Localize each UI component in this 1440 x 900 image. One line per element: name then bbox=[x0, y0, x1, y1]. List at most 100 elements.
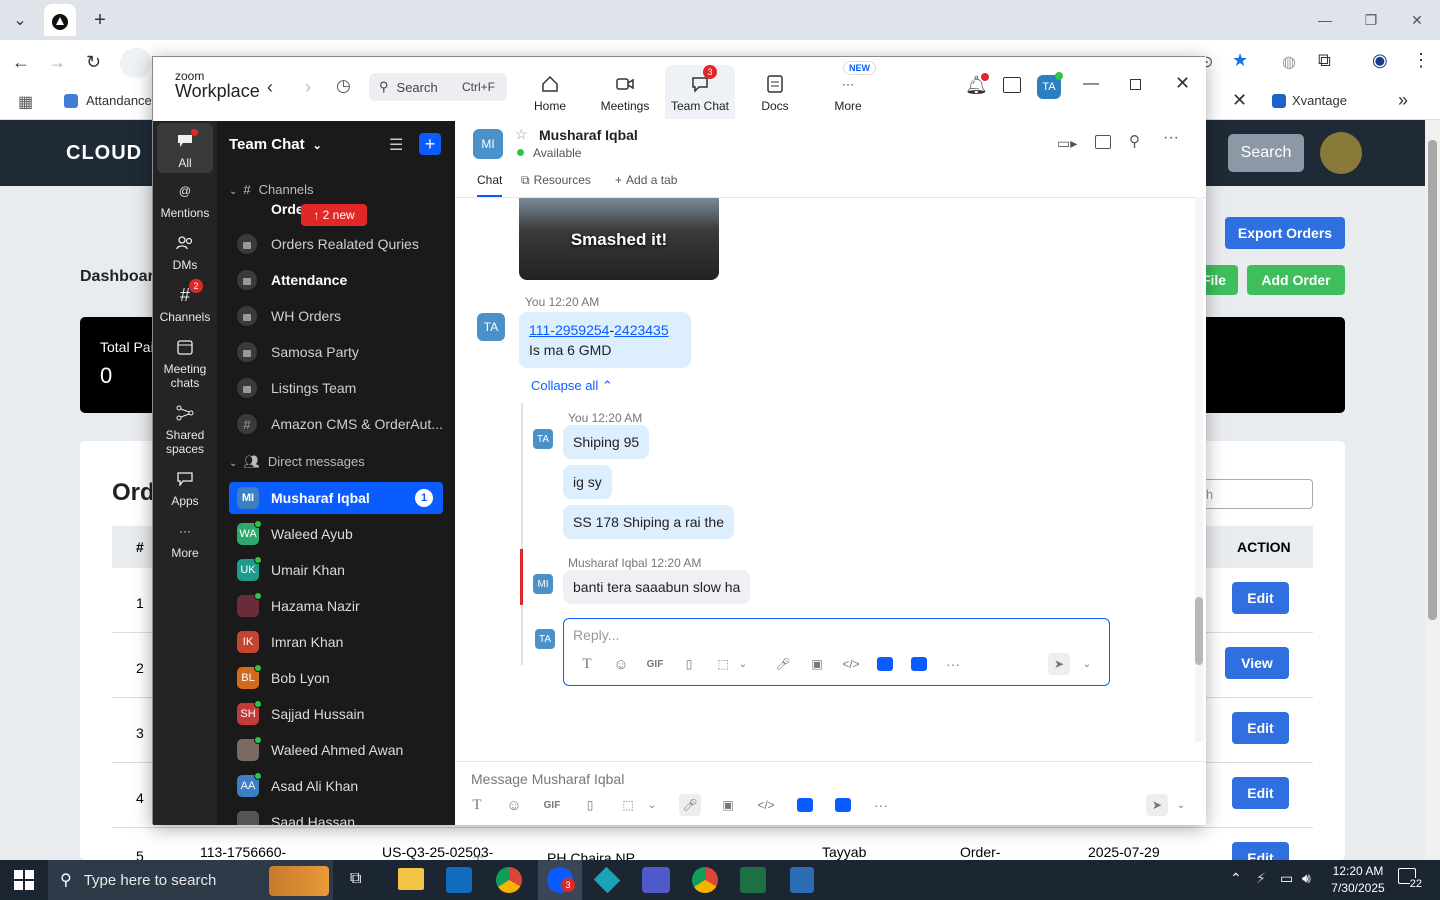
nav-meetings[interactable]: Meetings bbox=[593, 65, 657, 119]
app-icon-2[interactable] bbox=[908, 653, 930, 675]
dm-item[interactable]: Hazama Nazir bbox=[229, 590, 443, 622]
active-tab[interactable] bbox=[44, 4, 76, 36]
composer-code-icon[interactable]: </> bbox=[755, 794, 777, 816]
emoji-icon[interactable]: ☺ bbox=[610, 653, 632, 675]
star-icon[interactable]: ☆ bbox=[515, 126, 528, 143]
sender-avatar[interactable]: TA bbox=[477, 313, 505, 341]
forward-icon[interactable]: → bbox=[48, 52, 66, 73]
phone-link-a[interactable]: 111-2959254 bbox=[529, 322, 609, 338]
tab-resources[interactable]: ⧉ Resources bbox=[521, 173, 591, 188]
composer-file-icon[interactable]: ▯ bbox=[579, 794, 601, 816]
video-call-icon[interactable]: ▭▸ bbox=[1057, 135, 1077, 152]
tray-app-icon[interactable]: ⚡︎ bbox=[1256, 870, 1266, 887]
bookmark-xvantage[interactable]: Xvantage bbox=[1292, 93, 1347, 108]
new-tab-icon[interactable]: + bbox=[86, 6, 114, 34]
file-icon[interactable]: ▯ bbox=[678, 653, 700, 675]
site-info-icon[interactable] bbox=[120, 48, 152, 78]
excel-icon[interactable] bbox=[740, 867, 766, 893]
dm-item[interactable]: UK Umair Khan bbox=[229, 554, 443, 586]
outlook-icon[interactable] bbox=[446, 867, 472, 893]
chat-search-icon[interactable]: ⚲ bbox=[1129, 132, 1140, 150]
composer-send-options-icon[interactable]: ⌄ bbox=[1170, 794, 1192, 816]
bookmark-attandance[interactable]: Attandance bbox=[86, 93, 152, 108]
row-edit-button[interactable]: Edit bbox=[1232, 582, 1289, 614]
extensions-icon[interactable]: ⧉ bbox=[1318, 50, 1331, 71]
video-message-icon[interactable]: ▣ bbox=[806, 653, 828, 675]
dm-item[interactable]: IK Imran Khan bbox=[229, 626, 443, 658]
reply-box[interactable]: Reply... T ☺ GIF ▯ ⬚ ⌄ 🎤︎ ▣ </> ··· ➤ ⌄ bbox=[563, 618, 1110, 686]
format-text-icon[interactable]: T bbox=[576, 653, 598, 675]
share-screen-icon[interactable] bbox=[1095, 135, 1111, 149]
web-avatar[interactable] bbox=[1320, 132, 1362, 174]
dm-header[interactable]: ⌄ 👥︎ Direct messages bbox=[229, 454, 365, 470]
nav-home[interactable]: Home bbox=[523, 65, 577, 119]
row-edit-button[interactable]: Edit bbox=[1232, 777, 1289, 809]
nav-team-chat[interactable]: 3 Team Chat bbox=[665, 65, 735, 119]
chrome-profile-icon[interactable] bbox=[692, 867, 718, 893]
composer-screenshot-options-icon[interactable]: ⌄ bbox=[641, 794, 663, 816]
translate-icon[interactable]: ◍ bbox=[1282, 52, 1296, 72]
network-icon[interactable]: ▭ bbox=[1280, 870, 1293, 887]
zoom-history-icon[interactable]: ◷ bbox=[336, 76, 351, 96]
zoom-forward-icon[interactable]: › bbox=[305, 77, 311, 98]
zoom-search-input[interactable]: ⚲ Search Ctrl+F bbox=[369, 73, 507, 101]
zoom-minimize-icon[interactable]: — bbox=[1083, 75, 1099, 93]
rail-dms[interactable]: DMs bbox=[157, 231, 213, 272]
new-messages-pill[interactable]: ↑ 2 new bbox=[301, 204, 367, 226]
rail-all[interactable]: All bbox=[157, 123, 213, 173]
composer-emoji-icon[interactable]: ☺ bbox=[503, 794, 525, 816]
apps-grid-icon[interactable]: ▦ bbox=[18, 92, 33, 112]
composer-more-icon[interactable]: ··· bbox=[870, 794, 892, 816]
dm-item[interactable]: Saad Hassan bbox=[229, 806, 443, 825]
page-scrollbar[interactable] bbox=[1425, 120, 1440, 860]
menu-icon[interactable]: ⋮ bbox=[1412, 50, 1430, 71]
gif-icon[interactable]: GIF bbox=[644, 653, 666, 675]
dm-item[interactable]: Waleed Ahmed Awan bbox=[229, 734, 443, 766]
zoom-back-icon[interactable]: ‹ bbox=[267, 77, 273, 98]
dm-item[interactable]: SH Sajjad Hussain bbox=[229, 698, 443, 730]
collapse-all-link[interactable]: Collapse all ⌃ bbox=[531, 378, 613, 394]
nav-docs[interactable]: Docs bbox=[747, 65, 803, 119]
dm-item-musharaf-iqbal[interactable]: MI Musharaf Iqbal 1 bbox=[229, 482, 443, 514]
chrome-icon[interactable] bbox=[496, 867, 522, 893]
screenshot-icon[interactable]: ⬚ bbox=[712, 653, 734, 675]
export-orders-button[interactable]: Export Orders bbox=[1225, 217, 1345, 249]
rail-shared-spaces[interactable]: Shared spaces bbox=[157, 401, 213, 456]
rail-meeting-chats[interactable]: Meeting chats bbox=[157, 335, 213, 390]
chat-scrollbar-thumb[interactable] bbox=[1195, 597, 1203, 665]
contact-name[interactable]: Musharaf Iqbal bbox=[539, 127, 638, 143]
row-edit-button[interactable]: Edit bbox=[1232, 842, 1289, 860]
rail-more[interactable]: ··· More bbox=[157, 519, 213, 560]
rail-channels[interactable]: #2 Channels bbox=[157, 279, 213, 324]
tab-search-chevron-icon[interactable]: ⌄ bbox=[6, 6, 34, 34]
tab-add[interactable]: + Add a tab bbox=[615, 173, 677, 187]
back-icon[interactable]: ← bbox=[12, 52, 30, 73]
dm-item[interactable]: AA Asad Ali Khan bbox=[229, 770, 443, 802]
tray-chevron-icon[interactable]: ⌃ bbox=[1230, 870, 1242, 887]
row-view-button[interactable]: View bbox=[1225, 647, 1289, 679]
composer-send-icon[interactable]: ➤ bbox=[1146, 794, 1168, 816]
zoom-taskbar-button[interactable]: 3 bbox=[538, 860, 582, 900]
thread-avatar[interactable]: TA bbox=[533, 429, 553, 449]
channel-item[interactable]: WH Orders bbox=[233, 298, 445, 334]
contact-avatar[interactable]: MI bbox=[473, 129, 503, 159]
web-search-button[interactable]: Search bbox=[1228, 134, 1304, 172]
calendar-icon[interactable] bbox=[1003, 77, 1021, 93]
bookmark-star-icon[interactable]: ★ bbox=[1232, 50, 1248, 71]
rail-apps[interactable]: Apps bbox=[157, 467, 213, 508]
composer-app-icon-1[interactable] bbox=[794, 794, 816, 816]
dm-item[interactable]: BL Bob Lyon bbox=[229, 662, 443, 694]
tab-chat[interactable]: Chat bbox=[477, 173, 503, 197]
minimize-icon[interactable]: — bbox=[1302, 0, 1348, 40]
composer-screenshot-icon[interactable]: ⬚ bbox=[617, 794, 639, 816]
taskbar-search-box[interactable]: ⚲ Type here to search bbox=[48, 860, 333, 900]
zoom-maximize-icon[interactable] bbox=[1130, 79, 1141, 90]
message-composer-input[interactable]: Message Musharaf Iqbal bbox=[471, 771, 624, 787]
add-order-button[interactable]: Add Order bbox=[1247, 265, 1345, 295]
notification-center-icon[interactable]: 22 bbox=[1398, 868, 1422, 890]
reply-input[interactable]: Reply... bbox=[573, 627, 619, 643]
channel-item[interactable]: Listings Team bbox=[233, 370, 445, 406]
task-view-icon[interactable]: ⧉ bbox=[350, 870, 361, 888]
phone-link-b[interactable]: 2423435 bbox=[614, 322, 669, 338]
code-icon[interactable]: </> bbox=[840, 653, 862, 675]
